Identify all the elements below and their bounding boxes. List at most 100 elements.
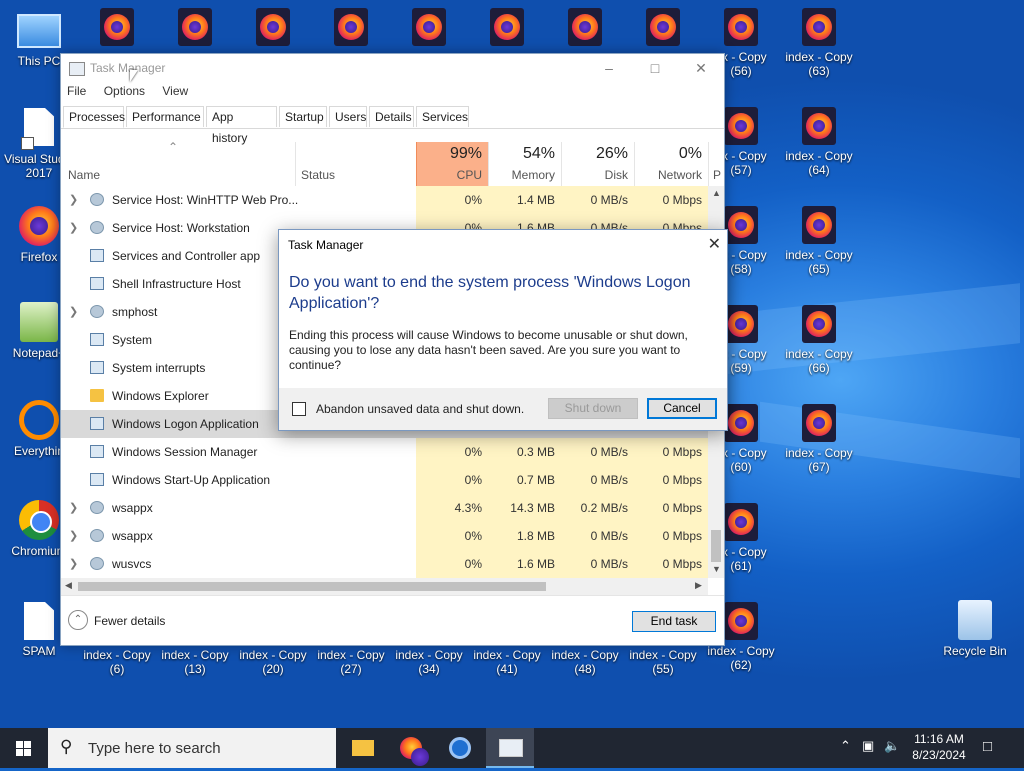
process-name: Windows Start-Up Application	[112, 473, 271, 487]
collapse-chevron-icon[interactable]: ⌃	[68, 610, 88, 630]
title-bar[interactable]: Task Manager – □ ✕	[61, 54, 724, 82]
recycle-bin-icon	[958, 600, 992, 640]
taskbar-firefox[interactable]	[387, 728, 435, 768]
desktop-icon-index-copy[interactable]	[79, 2, 155, 52]
column-memory[interactable]: 54% Memory	[488, 142, 561, 186]
scrollbar-thumb[interactable]	[711, 530, 721, 562]
tab-startup[interactable]: Startup	[279, 106, 327, 127]
firefox-file-icon	[724, 8, 758, 46]
tab-details[interactable]: Details	[369, 106, 414, 127]
dialog-close-icon[interactable]: ✕	[708, 234, 721, 254]
table-row[interactable]: ❯ Service Host: WinHTTP Web Pro... 0% 1.4 M…	[61, 186, 708, 214]
column-power[interactable]: P	[708, 142, 724, 186]
window-icon	[90, 277, 104, 290]
desktop-icon-index-copy-66[interactable]: index - Copy (66)	[781, 299, 857, 395]
clock[interactable]: 11:16 AM 8/23/2024	[906, 728, 972, 768]
gear-icon	[90, 193, 104, 206]
dialog-title: Task Manager	[288, 238, 364, 252]
expand-chevron-icon[interactable]: ❯	[69, 298, 78, 326]
horizontal-scrollbar[interactable]: ◀ ▶	[61, 578, 708, 595]
scroll-right-icon[interactable]: ▶	[695, 580, 702, 591]
scroll-up-icon[interactable]: ▲	[712, 188, 721, 198]
desktop-icon-index-copy[interactable]	[157, 2, 233, 52]
firefox-file-icon	[724, 206, 758, 244]
desktop-icon-index-copy[interactable]	[235, 2, 311, 52]
desktop-icon-index-copy-64[interactable]: index - Copy (64)	[781, 101, 857, 197]
network-icon[interactable]: ▣	[862, 738, 874, 754]
abandon-data-checkbox[interactable]	[292, 402, 306, 416]
menu-view[interactable]: View	[162, 84, 188, 98]
cpu-value: 0%	[416, 550, 488, 578]
task-manager-icon	[499, 739, 523, 757]
window-icon	[90, 445, 104, 458]
desktop-icon-index-copy-63[interactable]: index - Copy (63)	[781, 2, 857, 98]
notepad-plus-plus-icon	[20, 302, 58, 342]
taskbar: ⚲ Type here to search ⌃ ▣ 🔈 11:16 AM 8/2…	[0, 728, 1024, 768]
desktop-icon-index-copy[interactable]	[547, 2, 623, 52]
desktop-icon-index-copy[interactable]	[313, 2, 389, 52]
tab-app-history[interactable]: App history	[206, 106, 277, 145]
table-row[interactable]: ❯ wsappx 4.3% 14.3 MB 0.2 MB/s 0 Mbps	[61, 494, 708, 522]
desktop-icon-label: index - Copy (63)	[785, 50, 853, 78]
tab-users[interactable]: Users	[329, 106, 367, 127]
table-row[interactable]: Windows Session Manager 0% 0.3 MB 0 MB/s 0 M…	[61, 438, 708, 466]
column-status[interactable]: Status	[296, 142, 416, 186]
maximize-button[interactable]: □	[632, 54, 678, 82]
expand-chevron-icon[interactable]: ❯	[69, 550, 78, 578]
tab-processes[interactable]: Processes	[63, 106, 125, 128]
menu-options[interactable]: Options	[104, 84, 145, 98]
disk-total: 26%	[595, 145, 628, 162]
notification-icon: □	[983, 738, 993, 755]
firefox-file-icon	[646, 8, 680, 46]
column-name[interactable]: ⌃ Name	[61, 140, 296, 186]
column-power-label: P	[713, 168, 722, 182]
volume-muted-icon[interactable]: 🔈	[884, 738, 900, 754]
column-cpu[interactable]: 99% CPU	[416, 142, 488, 186]
table-row[interactable]: ❯ wsappx 0% 1.8 MB 0 MB/s 0 Mbps	[61, 522, 708, 550]
cancel-button[interactable]: Cancel	[647, 398, 717, 419]
column-network[interactable]: 0% Network	[634, 142, 708, 186]
window-icon	[90, 417, 104, 430]
table-row[interactable]: ❯ wusvcs 0% 1.6 MB 0 MB/s 0 Mbps	[61, 550, 708, 578]
desktop-icon-recycle-bin[interactable]: Recycle Bin	[937, 594, 1013, 690]
end-task-button[interactable]: End task	[632, 611, 716, 632]
disk-value: 0 MB/s	[561, 438, 634, 466]
table-row[interactable]: Windows Start-Up Application 0% 0.7 MB 0 MB…	[61, 466, 708, 494]
tab-performance[interactable]: Performance	[126, 106, 204, 127]
taskbar-search-box[interactable]: ⚲ Type here to search	[48, 728, 336, 768]
expand-chevron-icon[interactable]: ❯	[69, 186, 78, 214]
taskbar-chromium[interactable]	[436, 728, 484, 768]
desktop-icon-index-copy-65[interactable]: index - Copy (65)	[781, 200, 857, 296]
fewer-details-link[interactable]: Fewer details	[94, 614, 165, 628]
shut-down-button[interactable]: Shut down	[548, 398, 638, 419]
firefox-icon	[19, 206, 59, 246]
scroll-down-icon[interactable]: ▼	[712, 564, 721, 574]
expand-chevron-icon[interactable]: ❯	[69, 494, 78, 522]
dialog-button-bar: Abandon unsaved data and shut down. Shut…	[279, 388, 727, 430]
column-disk[interactable]: 26% Disk	[561, 142, 634, 186]
desktop-icon-index-copy-67[interactable]: index - Copy (67)	[781, 398, 857, 494]
desktop-icon-index-copy[interactable]	[391, 2, 467, 52]
firefox-file-icon	[724, 107, 758, 145]
start-button[interactable]	[0, 728, 48, 768]
desktop-icon-index-copy[interactable]	[625, 2, 701, 52]
scroll-left-icon[interactable]: ◀	[65, 580, 72, 591]
memory-value: 1.4 MB	[488, 186, 561, 214]
scrollbar-thumb[interactable]	[78, 582, 546, 591]
system-tray: ⌃ ▣ 🔈	[838, 728, 908, 768]
expand-chevron-icon[interactable]: ❯	[69, 522, 78, 550]
menu-file[interactable]: File	[67, 84, 86, 98]
action-center-button[interactable]: □	[978, 728, 1008, 768]
expand-chevron-icon[interactable]: ❯	[69, 214, 78, 242]
abandon-data-label[interactable]: Abandon unsaved data and shut down.	[316, 402, 524, 416]
minimize-button[interactable]: –	[586, 54, 632, 82]
desktop-icon-index-copy[interactable]	[469, 2, 545, 52]
tab-services[interactable]: Services	[416, 106, 469, 127]
disk-value: 0 MB/s	[561, 186, 634, 214]
folder-icon	[90, 389, 104, 402]
column-status-label: Status	[301, 168, 336, 182]
show-hidden-icons-chevron-icon[interactable]: ⌃	[840, 738, 851, 754]
taskbar-task-manager[interactable]	[486, 728, 534, 768]
close-button[interactable]: ✕	[678, 54, 724, 82]
taskbar-file-explorer[interactable]	[338, 728, 386, 768]
